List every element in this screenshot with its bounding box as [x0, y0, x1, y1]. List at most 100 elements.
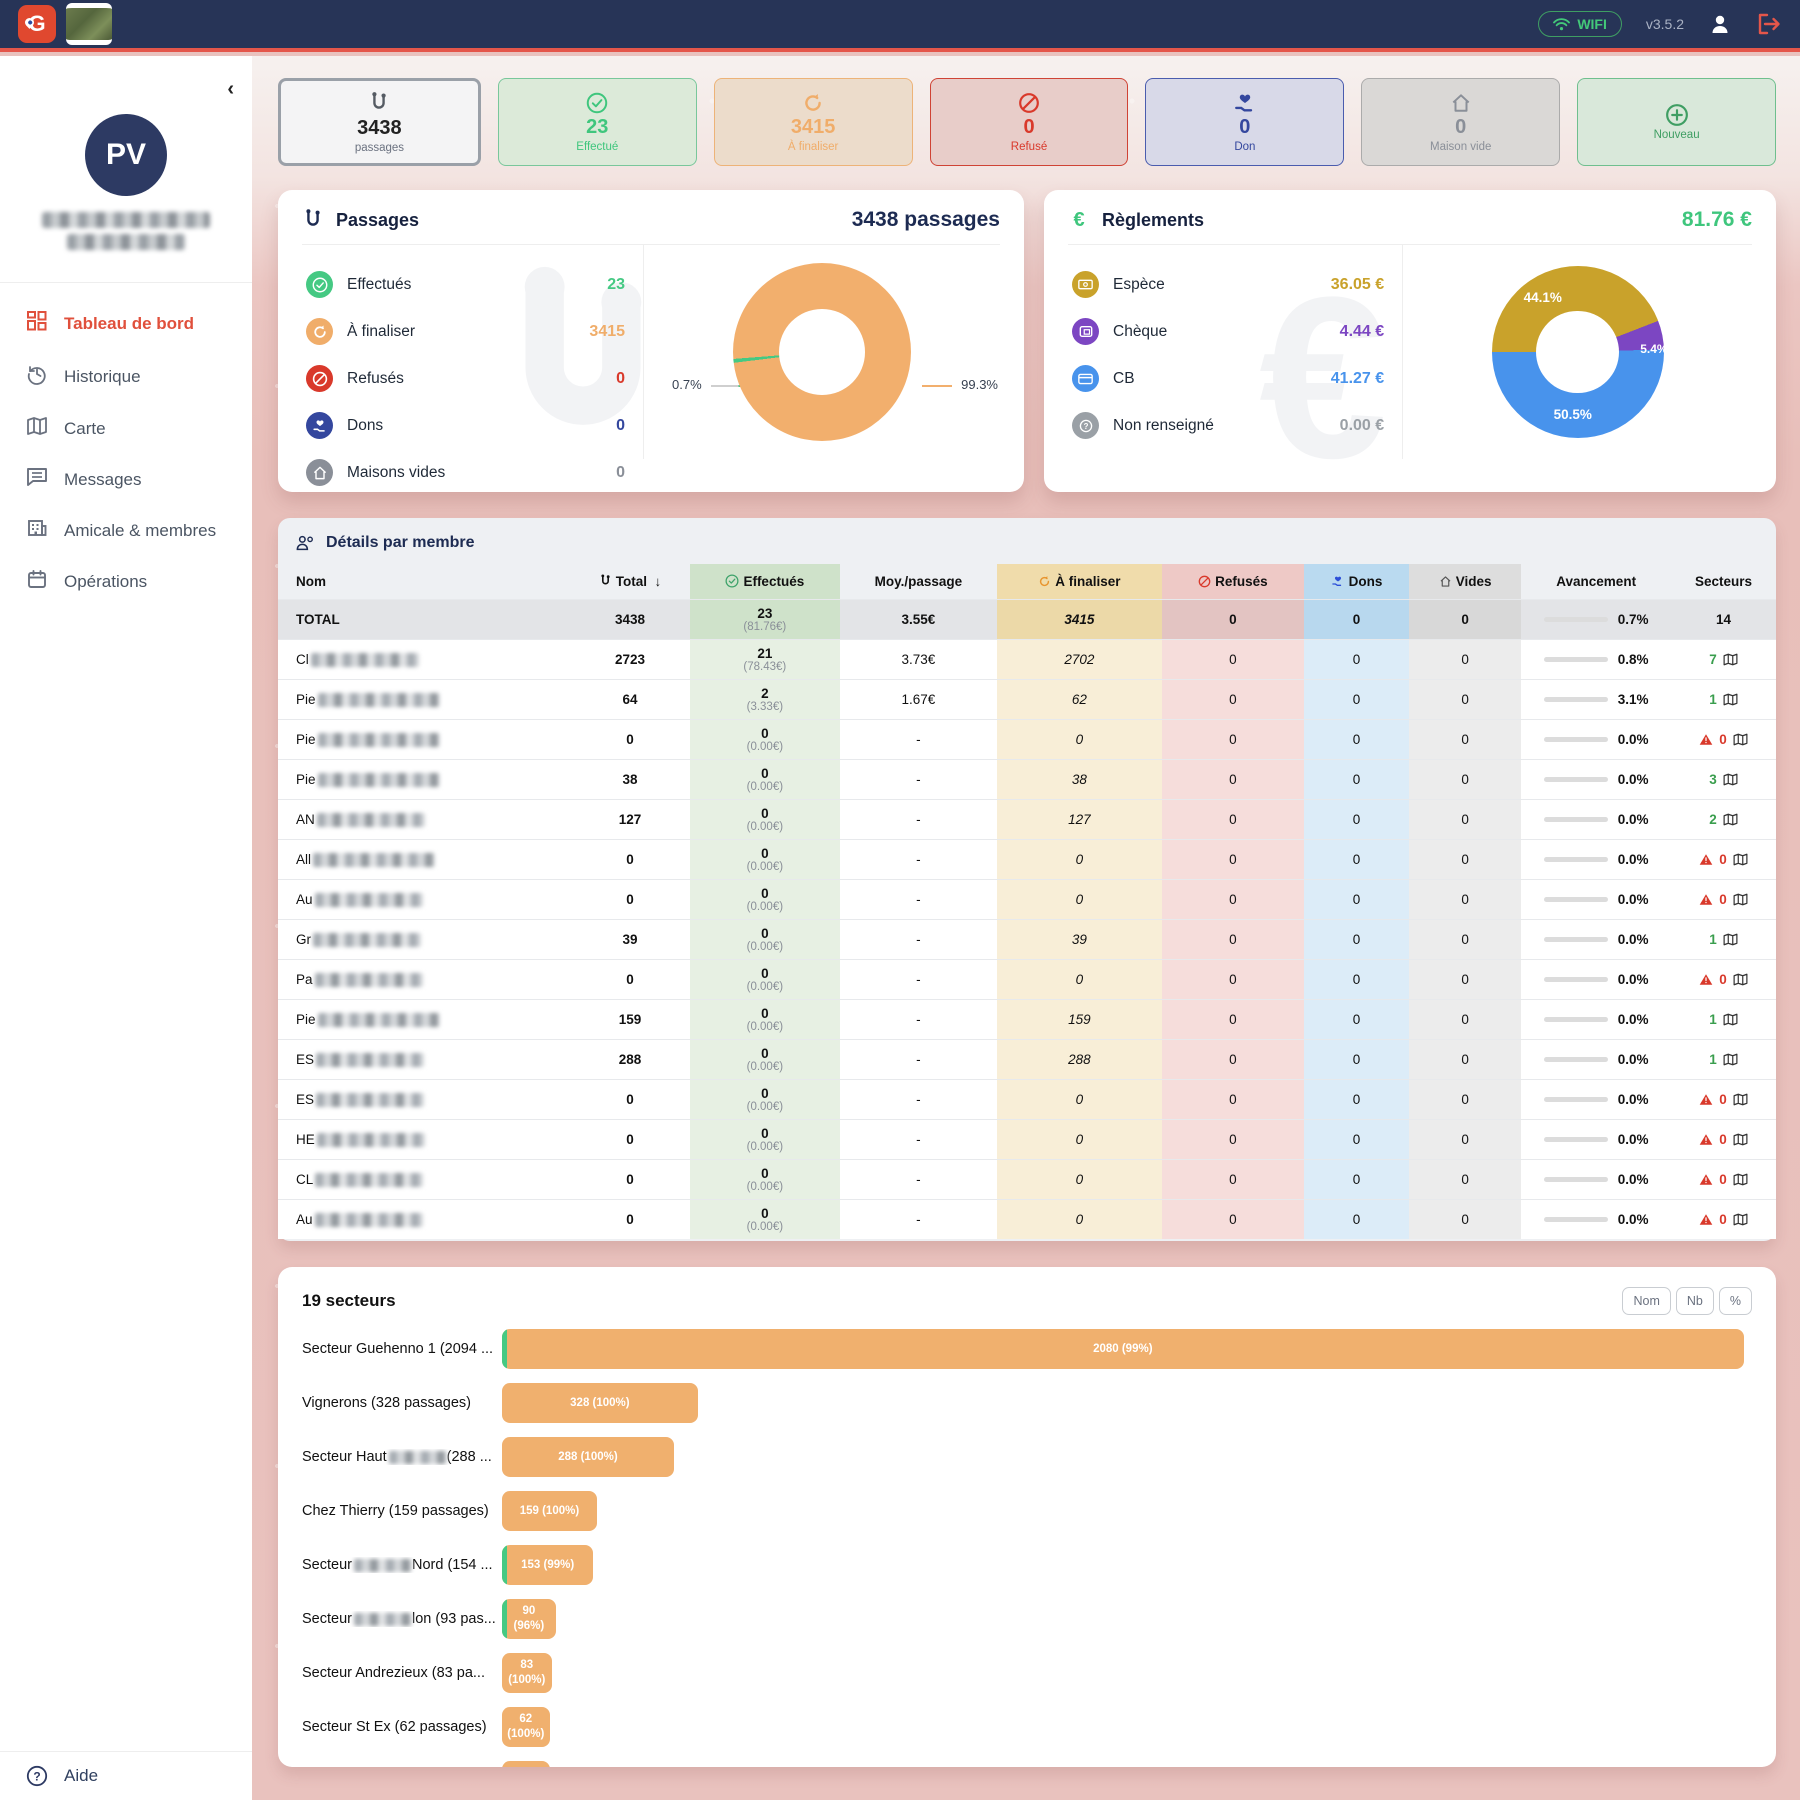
sector-bar[interactable]: 90 (96%) — [502, 1599, 556, 1639]
sector-label: Chez Thierry (159 passages) — [302, 1503, 502, 1519]
table-row[interactable]: Pie 38 0(0.00€) - 38 0 0 0 0.0% 3 — [278, 760, 1776, 800]
warning-triangle-icon — [1699, 733, 1713, 746]
table-row[interactable]: HE 0 0(0.00€) - 0 0 0 0 0.0% 0 — [278, 1120, 1776, 1160]
progress-bar — [1544, 817, 1608, 822]
table-row[interactable]: Au 0 0(0.00€) - 0 0 0 0 0.0% 0 — [278, 1200, 1776, 1240]
table-row[interactable]: Pie 159 0(0.00€) - 159 0 0 0 0.0% 1 — [278, 1000, 1776, 1040]
col-finaliser[interactable]: À finaliser — [997, 564, 1162, 600]
col-nom[interactable]: Nom — [278, 564, 570, 600]
col-avancement[interactable]: Avancement — [1521, 564, 1671, 600]
sidebar-item-carte[interactable]: Carte — [0, 403, 252, 454]
sidebar-item-label: Tableau de bord — [64, 314, 194, 334]
stat-card-passages[interactable]: 3438 passages — [278, 78, 481, 166]
sector-bar[interactable]: 153 (99%) — [502, 1545, 593, 1585]
reglements-panel-title: Règlements — [1102, 210, 1204, 231]
stat-card-don[interactable]: 0 Don — [1145, 78, 1344, 166]
member-name-prefix: ES — [296, 1052, 314, 1067]
sector-toggle-nom[interactable]: Nom — [1622, 1287, 1670, 1315]
banknote-icon — [1072, 271, 1099, 298]
members-table: Nom Total ↓ Effectués Moy./passage À fin… — [278, 564, 1776, 1239]
map-icon — [1733, 1213, 1748, 1226]
user-profile-button[interactable] — [1708, 12, 1732, 36]
member-name-prefix: Pie — [296, 732, 316, 747]
stat-card-effectu-[interactable]: 23 Effectué — [498, 78, 697, 166]
table-row[interactable]: ES 0 0(0.00€) - 0 0 0 0 0.0% 0 — [278, 1080, 1776, 1120]
table-row[interactable]: Gr 39 0(0.00€) - 39 0 0 0 0.0% 1 — [278, 920, 1776, 960]
table-total-row[interactable]: TOTAL 3438 23(81.76€) 3.55€ 3415 0 0 0 0… — [278, 600, 1776, 640]
sector-toggle-nb[interactable]: Nb — [1676, 1287, 1714, 1315]
ban-icon — [306, 365, 333, 392]
wifi-status-badge[interactable]: WIFI — [1538, 11, 1622, 37]
panel-stat-line: Maisons vides 0 — [302, 449, 643, 492]
stat-line-value: 4.44 € — [1340, 323, 1398, 341]
svg-text:€: € — [1073, 209, 1084, 231]
sector-label: Secteur lon (93 pas... — [302, 1611, 502, 1627]
col-total[interactable]: Total ↓ — [570, 564, 690, 600]
table-row[interactable]: AN 127 0(0.00€) - 127 0 0 0 0.0% 2 — [278, 800, 1776, 840]
sidebar-item-label: Opérations — [64, 572, 147, 592]
sector-bar-value: 288 (100%) — [558, 1450, 617, 1465]
stat-card-label: À finaliser — [788, 141, 839, 153]
progress-bar — [1544, 1137, 1608, 1142]
sector-bar[interactable]: 44 (1 — [502, 1761, 550, 1767]
panel-stat-line: ? Non renseigné 0.00 € — [1068, 402, 1402, 449]
panel-stat-line: CB 41.27 € — [1068, 355, 1402, 402]
operation-photo-thumbnail[interactable] — [66, 3, 112, 45]
sidebar-item-historique[interactable]: Historique — [0, 350, 252, 403]
table-row[interactable]: Pie 0 0(0.00€) - 0 0 0 0 0.0% 0 — [278, 720, 1776, 760]
stat-card-maison-vide[interactable]: 0 Maison vide — [1361, 78, 1560, 166]
progress-cell: 0.0% — [1527, 1212, 1665, 1227]
sidebar-item-amicale-membres[interactable]: Amicale & membres — [0, 505, 252, 556]
stat-card-nouveau[interactable]: Nouveau — [1577, 78, 1776, 166]
col-secteurs[interactable]: Secteurs — [1671, 564, 1776, 600]
stat-line-label: Refusés — [347, 370, 404, 388]
sidebar-item-op-rations[interactable]: Opérations — [0, 556, 252, 607]
sectors-cell: 0 — [1677, 892, 1770, 907]
table-row[interactable]: Cl 2723 21(78.43€) 3.73€ 2702 0 0 0 0.8%… — [278, 640, 1776, 680]
sector-toggle-pct[interactable]: % — [1719, 1287, 1752, 1315]
sector-bar-row: 44 (1 — [302, 1761, 1752, 1767]
progress-bar — [1544, 1097, 1608, 1102]
sidebar-item-tableau-de-bord[interactable]: Tableau de bord — [0, 297, 252, 350]
col-dons[interactable]: Dons — [1304, 564, 1409, 600]
sector-bar-row: Secteur St Ex (62 passages) 62 (100%) — [302, 1707, 1752, 1747]
table-row[interactable]: Pie 64 2(3.33€) 1.67€ 62 0 0 0 3.1% 1 — [278, 680, 1776, 720]
hand-heart-icon — [1331, 575, 1345, 588]
sort-desc-icon[interactable]: ↓ — [655, 574, 662, 589]
stat-card-refus-[interactable]: 0 Refusé — [930, 78, 1129, 166]
donut-slice-label: 5.4% — [1640, 342, 1667, 356]
col-effectues[interactable]: Effectués — [690, 564, 840, 600]
table-row[interactable]: CL 0 0(0.00€) - 0 0 0 0 0.0% 0 — [278, 1160, 1776, 1200]
sectors-cell: 0 — [1677, 972, 1770, 987]
app-logo[interactable]: G — [18, 5, 56, 43]
sector-bar-value: 90 (96%) — [506, 1604, 552, 1634]
map-icon — [1723, 813, 1738, 826]
stat-line-value: 0 — [616, 370, 639, 388]
member-name-redacted — [318, 693, 440, 707]
sidebar-item-messages[interactable]: Messages — [0, 454, 252, 505]
col-refuses[interactable]: Refusés — [1162, 564, 1304, 600]
sector-bar-row: Secteur lon (93 pas... 90 (96%) — [302, 1599, 1752, 1639]
sector-bar[interactable]: 62 (100%) — [502, 1707, 550, 1747]
member-name-redacted — [318, 1013, 440, 1027]
table-row[interactable]: ES 288 0(0.00€) - 288 0 0 0 0.0% 1 — [278, 1040, 1776, 1080]
col-moy[interactable]: Moy./passage — [840, 564, 997, 600]
progress-cell: 3.1% — [1527, 692, 1665, 707]
map-icon — [1723, 1053, 1738, 1066]
table-header-row: Nom Total ↓ Effectués Moy./passage À fin… — [278, 564, 1776, 600]
sector-bar[interactable]: 159 (100%) — [502, 1491, 597, 1531]
table-row[interactable]: All 0 0(0.00€) - 0 0 0 0 0.0% 0 — [278, 840, 1776, 880]
table-row[interactable]: Au 0 0(0.00€) - 0 0 0 0 0.0% 0 — [278, 880, 1776, 920]
map-icon — [1723, 693, 1738, 706]
sector-bar[interactable]: 83 (100%) — [502, 1653, 552, 1693]
table-row[interactable]: Pa 0 0(0.00€) - 0 0 0 0 0.0% 0 — [278, 960, 1776, 1000]
sector-bar-row: Secteur Nord (154 ... 153 (99%) — [302, 1545, 1752, 1585]
sector-bar[interactable]: 2080 (99%) — [502, 1329, 1744, 1369]
col-vides[interactable]: Vides — [1409, 564, 1521, 600]
sidebar-item-aide[interactable]: ? Aide — [0, 1752, 252, 1800]
logout-button[interactable] — [1756, 12, 1782, 36]
sector-bar[interactable]: 288 (100%) — [502, 1437, 674, 1477]
sidebar-collapse-button[interactable]: ‹ — [227, 78, 234, 101]
sector-bar[interactable]: 328 (100%) — [502, 1383, 698, 1423]
stat-card--finaliser[interactable]: 3415 À finaliser — [714, 78, 913, 166]
